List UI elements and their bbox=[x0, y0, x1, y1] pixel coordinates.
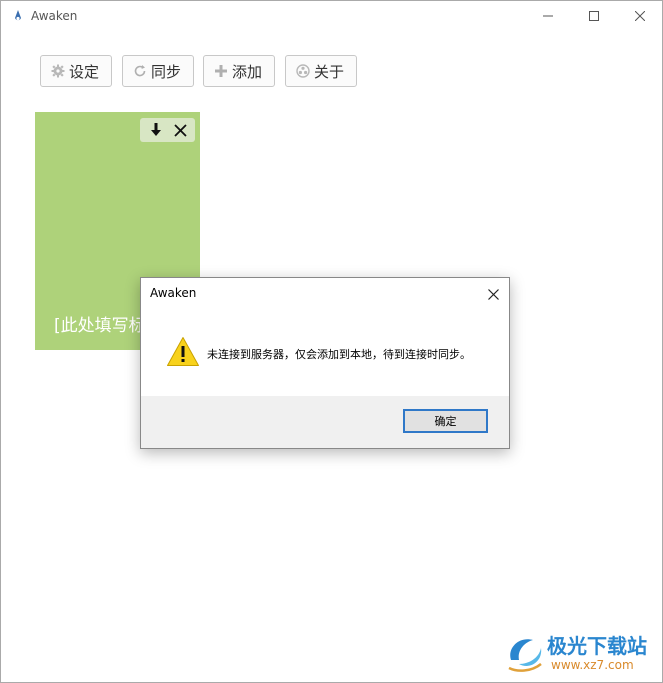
about-button-label: 关于 bbox=[314, 62, 345, 81]
app-logo-icon bbox=[15, 10, 21, 21]
window-title: Awaken bbox=[31, 9, 78, 23]
dialog-footer: 确定 bbox=[141, 396, 509, 448]
warning-icon bbox=[167, 337, 199, 366]
minimize-button[interactable] bbox=[525, 1, 571, 31]
message-dialog: Awaken 未连接到服务器，仅会添加到本地，待到连接时同步。 确定 bbox=[140, 277, 510, 449]
plus-icon bbox=[215, 65, 227, 77]
close-icon bbox=[173, 123, 187, 137]
watermark-name: 极光下载站 bbox=[547, 634, 647, 658]
gear-icon bbox=[51, 64, 65, 78]
add-button[interactable]: 添加 bbox=[203, 55, 275, 87]
note-card-text: [此处填写标 bbox=[54, 316, 146, 336]
refresh-icon bbox=[134, 65, 146, 77]
watermark-url: www.xz7.com bbox=[551, 658, 634, 672]
maximize-icon bbox=[589, 11, 599, 21]
download-arrow-icon bbox=[151, 123, 161, 136]
watermark: 极光下载站 www.xz7.com bbox=[505, 628, 655, 678]
ok-button[interactable]: 确定 bbox=[403, 409, 488, 433]
close-icon bbox=[487, 288, 499, 300]
card-download-button[interactable] bbox=[147, 121, 165, 139]
settings-button-label: 设定 bbox=[69, 62, 100, 81]
add-button-label: 添加 bbox=[232, 62, 263, 81]
sync-button-label: 同步 bbox=[151, 62, 182, 81]
info-icon bbox=[296, 64, 310, 78]
settings-button[interactable]: 设定 bbox=[40, 55, 112, 87]
minimize-icon bbox=[543, 15, 553, 17]
dialog-close-button[interactable] bbox=[481, 282, 505, 306]
title-bar: Awaken bbox=[1, 1, 662, 31]
about-button[interactable]: 关于 bbox=[285, 55, 357, 87]
card-delete-button[interactable] bbox=[171, 121, 189, 139]
watermark-logo bbox=[508, 639, 542, 672]
maximize-button[interactable] bbox=[571, 1, 617, 31]
dialog-message: 未连接到服务器，仅会添加到本地，待到连接时同步。 bbox=[207, 348, 471, 361]
close-window-button[interactable] bbox=[617, 1, 663, 31]
close-icon bbox=[635, 11, 645, 21]
sync-button[interactable]: 同步 bbox=[122, 55, 194, 87]
card-actions bbox=[140, 118, 195, 142]
dialog-title: Awaken bbox=[150, 286, 197, 300]
